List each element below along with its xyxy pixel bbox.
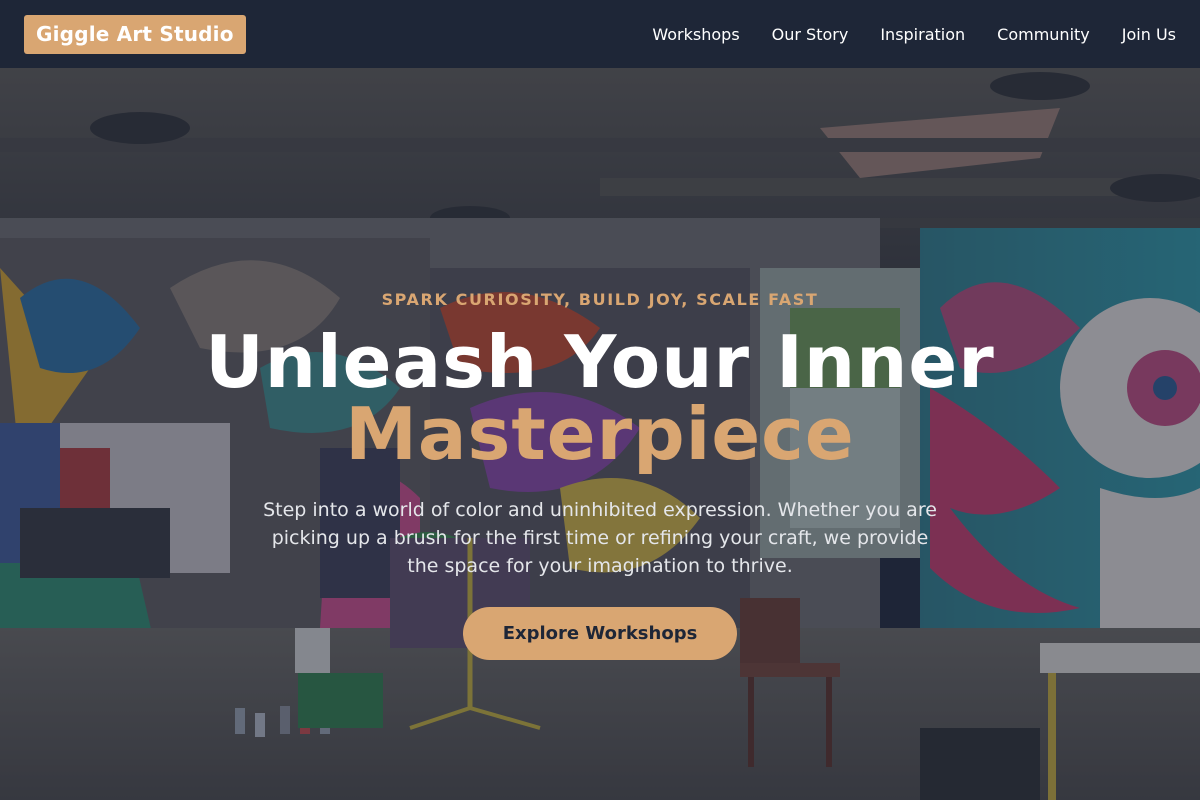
- hero-section: SPARK CURIOSITY, BUILD JOY, SCALE FAST U…: [0, 68, 1200, 800]
- explore-workshops-button[interactable]: Explore Workshops: [463, 607, 737, 660]
- nav-item-inspiration[interactable]: Inspiration: [880, 25, 965, 44]
- nav-item-join-us[interactable]: Join Us: [1122, 25, 1176, 44]
- hero-subtitle: Step into a world of color and uninhibit…: [263, 499, 937, 577]
- hero-eyebrow: SPARK CURIOSITY, BUILD JOY, SCALE FAST: [381, 290, 819, 309]
- hero-title-line2: Masterpiece: [345, 392, 855, 476]
- main-nav: Workshops Our Story Inspiration Communit…: [652, 25, 1176, 44]
- nav-item-our-story[interactable]: Our Story: [772, 25, 849, 44]
- hero-content: SPARK CURIOSITY, BUILD JOY, SCALE FAST U…: [0, 68, 1200, 800]
- brand-logo[interactable]: Giggle Art Studio: [24, 14, 246, 54]
- nav-item-workshops[interactable]: Workshops: [652, 25, 739, 44]
- hero-title-line1: Unleash Your Inner: [205, 320, 995, 404]
- navbar: Giggle Art Studio Workshops Our Story In…: [0, 0, 1200, 68]
- nav-item-community[interactable]: Community: [997, 25, 1090, 44]
